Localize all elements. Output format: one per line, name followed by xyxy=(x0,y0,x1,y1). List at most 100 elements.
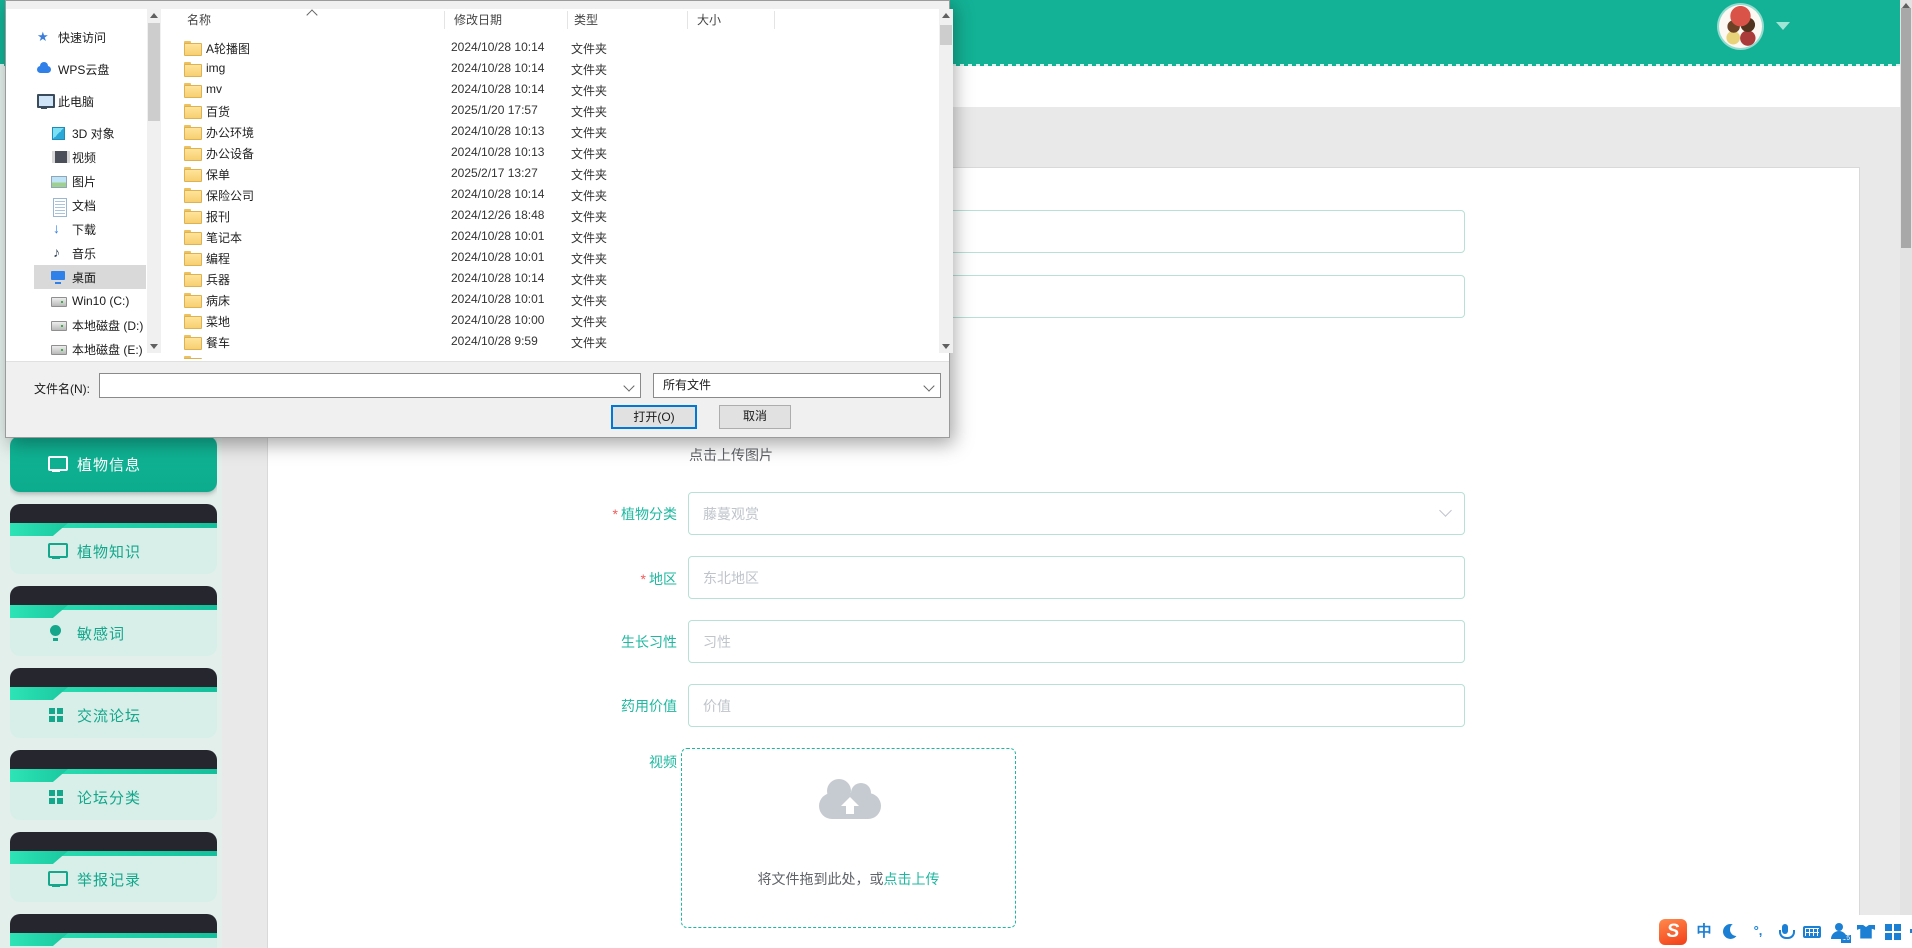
column-separator[interactable] xyxy=(774,11,775,29)
upload-instructions: 将文件拖到此处，或点击上传 xyxy=(757,871,940,887)
medicinal-value-input[interactable]: 价值 xyxy=(688,684,1465,727)
nav-item[interactable]: 3D 对象 xyxy=(34,121,146,145)
ime-punctuation-icon[interactable]: °, xyxy=(1748,922,1768,942)
cancel-button[interactable]: 取消 xyxy=(719,405,791,429)
file-row[interactable]: 保险公司 2024/10/28 10:14 文件夹 xyxy=(171,184,939,205)
ime-keyboard-icon[interactable] xyxy=(1802,922,1822,942)
sogou-logo-icon[interactable]: S xyxy=(1659,918,1687,945)
ime-user-icon[interactable]: 16 xyxy=(1829,922,1851,943)
nav-item[interactable]: 桌面 xyxy=(34,265,146,289)
sidebar-item[interactable]: 植物信息 xyxy=(10,436,217,492)
nav-item[interactable]: 快速访问 xyxy=(34,25,146,49)
column-separator[interactable] xyxy=(567,11,568,29)
file-row[interactable] xyxy=(171,352,939,359)
nav-scrollbar[interactable] xyxy=(147,9,161,353)
page-scrollbar-thumb[interactable] xyxy=(1901,8,1911,248)
sidebar-item-stripe xyxy=(10,523,217,528)
column-header-size[interactable]: 大小 xyxy=(697,9,721,31)
file-row[interactable]: 菜地 2024/10/28 10:00 文件夹 xyxy=(171,310,939,331)
nav-item[interactable]: 此电脑 xyxy=(34,89,146,113)
file-name: 办公环境 xyxy=(206,126,255,140)
nav-item[interactable]: 图片 xyxy=(34,169,146,193)
filetype-select[interactable]: 所有文件 xyxy=(653,373,941,398)
file-row[interactable]: 笔记本 2024/10/28 10:01 文件夹 xyxy=(171,226,939,247)
scroll-down-icon[interactable] xyxy=(942,344,950,349)
ime-toolbox-grid-icon[interactable] xyxy=(1883,922,1903,942)
avatar[interactable] xyxy=(1719,5,1762,48)
column-header-type[interactable]: 类型 xyxy=(574,9,598,31)
file-row[interactable]: A轮播图 2024/10/28 10:14 文件夹 xyxy=(171,37,939,58)
ime-moon-icon[interactable] xyxy=(1721,922,1743,942)
nav-item[interactable]: 本地磁盘 (D:) xyxy=(34,313,146,337)
scroll-up-icon[interactable] xyxy=(150,13,158,18)
filename-input[interactable] xyxy=(99,373,641,398)
ime-chinese-mode-icon[interactable]: 中 xyxy=(1694,922,1714,942)
ime-skin-icon[interactable] xyxy=(1856,922,1876,942)
sidebar-item[interactable]: 植物知识 xyxy=(10,504,217,574)
nav-item-icon xyxy=(36,61,52,77)
nav-item[interactable]: 文档 xyxy=(34,193,146,217)
region-input[interactable]: 东北地区 xyxy=(688,556,1465,599)
scroll-down-icon[interactable] xyxy=(150,344,158,349)
file-row[interactable]: 餐车 2024/10/28 9:59 文件夹 xyxy=(171,331,939,352)
file-date: 2024/10/28 10:01 xyxy=(451,292,545,306)
file-row[interactable]: 办公环境 2024/10/28 10:13 文件夹 xyxy=(171,121,939,142)
nav-item[interactable]: 视频 xyxy=(34,145,146,169)
file-row[interactable]: 编程 2024/10/28 10:01 文件夹 xyxy=(171,247,939,268)
nav-item[interactable]: Win10 (C:) xyxy=(34,289,146,313)
file-row[interactable]: 百货 2025/1/20 17:57 文件夹 xyxy=(171,100,939,121)
nav-item[interactable]: WPS云盘 xyxy=(34,57,146,81)
file-name: 编程 xyxy=(206,252,231,266)
sidebar-item-icon xyxy=(47,871,68,887)
open-button[interactable]: 打开(O) xyxy=(611,405,697,429)
nav-item[interactable]: 下载 xyxy=(34,217,146,241)
column-header-date[interactable]: 修改日期 xyxy=(454,9,502,31)
nav-item-icon xyxy=(50,125,66,141)
nav-item[interactable]: 音乐 xyxy=(34,241,146,265)
upload-click-link[interactable]: 点击上传 xyxy=(884,871,940,887)
ime-microphone-icon[interactable] xyxy=(1775,922,1795,942)
file-row[interactable]: mv 2024/10/28 10:14 文件夹 xyxy=(171,79,939,100)
page-scrollbar[interactable] xyxy=(1900,0,1912,948)
file-row[interactable]: 报刊 2024/12/26 18:48 文件夹 xyxy=(171,205,939,226)
file-date: 2024/10/28 10:14 xyxy=(451,40,545,54)
nav-scrollbar-thumb[interactable] xyxy=(148,23,160,121)
file-rows: A轮播图 2024/10/28 10:14 文件夹 img 2024/10/28… xyxy=(171,37,939,359)
column-separator[interactable] xyxy=(444,11,445,29)
sidebar-item-topbar xyxy=(10,668,217,687)
plant-category-placeholder: 藤蔓观赏 xyxy=(703,505,759,522)
sidebar-item[interactable]: 论坛分类 xyxy=(10,750,217,820)
nav-item-label: Win10 (C:) xyxy=(72,294,130,308)
file-list-scrollbar[interactable] xyxy=(939,9,953,353)
file-name: 保单 xyxy=(206,168,231,182)
sidebar-item[interactable]: 交流论坛 xyxy=(10,668,217,738)
file-name: 餐车 xyxy=(206,336,231,350)
file-list-scrollbar-thumb[interactable] xyxy=(940,25,952,45)
sidebar-item[interactable] xyxy=(10,914,217,948)
chevron-down-icon xyxy=(623,380,635,392)
sidebar-item-icon xyxy=(47,543,68,559)
file-row[interactable]: img 2024/10/28 10:14 文件夹 xyxy=(171,58,939,79)
video-upload-dropzone[interactable]: 将文件拖到此处，或点击上传 xyxy=(681,748,1016,928)
column-separator[interactable] xyxy=(687,11,688,29)
nav-item[interactable]: 本地磁盘 (E:) xyxy=(34,337,146,359)
field-label-video: 视频 xyxy=(649,754,677,770)
folder-icon xyxy=(184,104,202,119)
folder-icon xyxy=(184,293,202,308)
scroll-up-icon[interactable] xyxy=(942,13,950,18)
file-row[interactable]: 病床 2024/10/28 10:01 文件夹 xyxy=(171,289,939,310)
file-row[interactable]: 办公设备 2024/10/28 10:13 文件夹 xyxy=(171,142,939,163)
avatar-dropdown-caret-icon[interactable] xyxy=(1776,22,1790,30)
file-row[interactable]: 保单 2025/2/17 13:27 文件夹 xyxy=(171,163,939,184)
file-date: 2024/12/26 18:48 xyxy=(451,208,545,222)
sidebar-item[interactable]: 举报记录 xyxy=(10,832,217,902)
nav-item-icon xyxy=(50,293,67,309)
sidebar-item[interactable]: 敏感词 xyxy=(10,586,217,656)
column-header-name[interactable]: 名称 xyxy=(187,9,211,31)
file-row[interactable]: 兵器 2024/10/28 10:14 文件夹 xyxy=(171,268,939,289)
sidebar-item-label: 植物知识 xyxy=(77,543,142,561)
folder-icon xyxy=(184,83,202,98)
growth-habit-input[interactable]: 习性 xyxy=(688,620,1465,663)
plant-category-select[interactable]: 藤蔓观赏 xyxy=(688,492,1465,535)
file-date: 2024/10/28 10:14 xyxy=(451,271,545,285)
